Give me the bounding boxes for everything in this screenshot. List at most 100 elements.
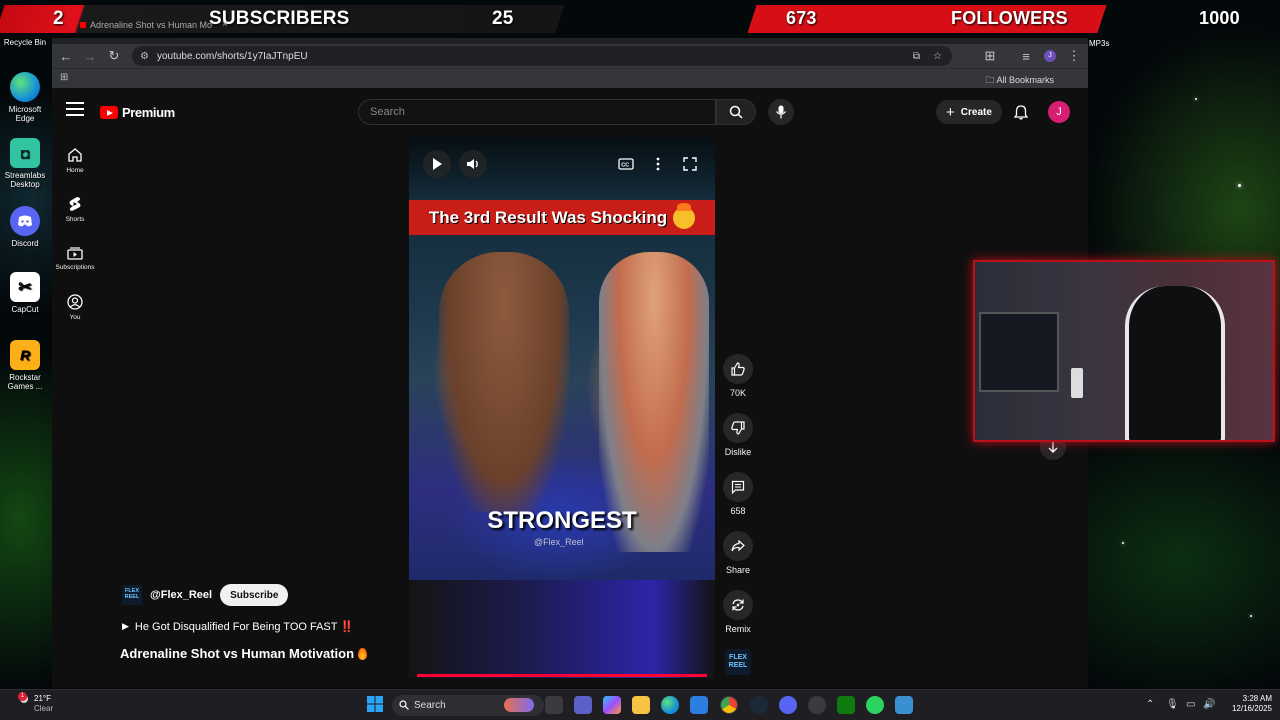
like-button[interactable] xyxy=(723,354,753,384)
search-input[interactable]: Search xyxy=(358,99,716,125)
channel-thumbnail[interactable]: FLEX REEL xyxy=(725,649,751,675)
xbox-icon[interactable] xyxy=(837,696,855,714)
comments-action[interactable]: 658 xyxy=(717,472,759,531)
dislike-action[interactable]: Dislike xyxy=(717,413,759,472)
video-progress-bar[interactable] xyxy=(417,674,707,677)
nav-you-label: You xyxy=(69,314,81,321)
profile-icon[interactable]: J xyxy=(1038,44,1062,68)
search-highlight-icon xyxy=(504,698,534,712)
reload-icon[interactable]: ↻ xyxy=(102,44,126,68)
clock-time: 3:28 AM xyxy=(1242,694,1272,703)
browser-menu-icon[interactable]: ⋮ xyxy=(1062,44,1086,68)
rockstar-icon: R xyxy=(10,340,40,370)
captions-icon[interactable]: CC xyxy=(617,155,635,173)
video-title-text: Adrenaline Shot vs Human Motivation xyxy=(120,646,355,661)
exploding-head-emoji-icon xyxy=(673,202,696,229)
forward-icon[interactable]: → xyxy=(78,44,102,68)
all-bookmarks[interactable]: 🗀 All Bookmarks xyxy=(985,73,1054,89)
install-app-icon[interactable]: ⧉ xyxy=(913,51,920,62)
desktop-icon-mp3s-label[interactable]: MP3s xyxy=(1089,39,1109,48)
nav-item-home[interactable]: Home xyxy=(52,136,98,185)
file-explorer-icon[interactable] xyxy=(632,696,650,714)
notifications-button[interactable] xyxy=(1010,101,1032,123)
bell-icon xyxy=(1014,104,1028,120)
play-button[interactable] xyxy=(423,150,451,178)
chrome-icon[interactable] xyxy=(720,696,738,714)
desktop-icon-recycle-bin[interactable]: Recycle Bin xyxy=(2,38,48,47)
network-icon[interactable]: ▭ xyxy=(1186,699,1195,710)
remix-action[interactable]: Remix xyxy=(717,590,759,649)
remix-button[interactable] xyxy=(723,590,753,620)
create-button[interactable]: + Create xyxy=(936,100,1002,124)
app-blue-icon[interactable] xyxy=(895,696,913,714)
show-hidden-icons-chevron-icon[interactable]: ⌃ xyxy=(1146,699,1154,710)
desktop-icon-streamlabs[interactable]: ◘ Streamlabs Desktop xyxy=(2,138,48,189)
bookmark-star-icon[interactable]: ☆ xyxy=(933,51,942,62)
desktop-icon-edge[interactable]: Microsoft Edge xyxy=(2,72,48,123)
account-avatar[interactable]: J xyxy=(1048,101,1070,123)
home-icon xyxy=(68,148,82,162)
edge-label: Microsoft Edge xyxy=(8,105,42,123)
channel-logo[interactable]: FLEX REEL xyxy=(122,585,142,605)
nav-item-you[interactable]: You xyxy=(52,283,98,332)
dislike-button[interactable] xyxy=(723,413,753,443)
hamburger-menu-icon[interactable] xyxy=(66,102,84,116)
video-description[interactable]: ▶ He Got Disqualified For Being TOO FAST… xyxy=(122,620,354,633)
volume-tray-icon[interactable]: 🔊 xyxy=(1203,699,1215,710)
shorts-video-player[interactable]: CC The 3rd Result Was Shocking STRONGEST… xyxy=(409,137,715,580)
next-short-preview[interactable] xyxy=(409,580,715,678)
browser-tab[interactable]: Adrenaline Shot vs Human Mo × xyxy=(76,18,228,44)
nav-item-subscriptions[interactable]: Subscriptions xyxy=(52,234,98,283)
discord-label: Discord xyxy=(11,239,39,248)
youtube-play-logo-icon xyxy=(100,106,118,119)
channel-thumbnail-action[interactable]: FLEX REEL xyxy=(717,649,759,681)
reading-list-icon[interactable]: ≡ xyxy=(1014,44,1038,68)
discord-taskbar-icon[interactable] xyxy=(779,696,797,714)
fullscreen-icon[interactable] xyxy=(681,155,699,173)
channel-info: FLEX REEL @Flex_Reel Subscribe xyxy=(122,584,289,606)
weather-widget[interactable]: 1 21°F Clear xyxy=(18,692,53,714)
apps-grid-icon[interactable]: ⊞ xyxy=(60,72,68,83)
voice-search-button[interactable] xyxy=(768,99,794,125)
search-button[interactable] xyxy=(716,99,756,125)
task-view-icon[interactable] xyxy=(545,696,563,714)
start-button[interactable] xyxy=(367,696,385,714)
microphone-tray-icon[interactable]: 🎙 xyxy=(1166,699,1179,710)
site-info-icon[interactable]: ⚙ xyxy=(140,51,149,62)
youtube-premium-text: Premium xyxy=(122,105,175,120)
tab-close-icon[interactable]: × xyxy=(222,19,228,30)
nav-home-label: Home xyxy=(66,167,84,174)
edge-taskbar-icon[interactable] xyxy=(661,696,679,714)
subscriptions-icon xyxy=(67,247,83,260)
volume-button[interactable] xyxy=(459,150,487,178)
share-action[interactable]: Share xyxy=(717,531,759,590)
steam-icon[interactable] xyxy=(750,696,768,714)
subscribe-button[interactable]: Subscribe xyxy=(220,584,289,606)
desktop-icon-rockstar[interactable]: R Rockstar Games ... xyxy=(2,340,48,391)
system-clock[interactable]: 3:28 AM 12/16/2025 xyxy=(1222,694,1272,714)
more-options-icon[interactable] xyxy=(649,155,667,173)
comments-button[interactable] xyxy=(723,472,753,502)
share-button[interactable] xyxy=(723,531,753,561)
copilot-icon[interactable] xyxy=(603,696,621,714)
store-icon[interactable] xyxy=(690,696,708,714)
desktop-icon-discord[interactable]: Discord xyxy=(2,206,48,248)
app-green-icon[interactable] xyxy=(866,696,884,714)
youtube-favicon-icon xyxy=(80,22,86,28)
youtube-logo[interactable]: Premium xyxy=(100,105,175,120)
teams-icon[interactable] xyxy=(574,696,592,714)
follower-count: 673 xyxy=(786,8,817,28)
share-arrow-icon xyxy=(731,540,745,552)
like-action[interactable]: 70K xyxy=(717,354,759,413)
video-title[interactable]: Adrenaline Shot vs Human Motivation xyxy=(120,646,368,661)
channel-handle[interactable]: @Flex_Reel xyxy=(150,589,212,601)
taskbar-search[interactable]: Search xyxy=(392,695,544,716)
desktop-icon-capcut[interactable]: ✂ CapCut xyxy=(2,272,48,314)
nav-item-shorts[interactable]: Shorts xyxy=(52,185,98,234)
obs-icon[interactable] xyxy=(808,696,826,714)
address-bar[interactable]: ⚙ youtube.com/shorts/1y7IaJTnpEU ⧉ ☆ xyxy=(132,46,952,66)
discord-icon xyxy=(10,206,40,236)
extensions-icon[interactable]: ⊞ xyxy=(978,44,1002,68)
video-watermark: @Flex_Reel xyxy=(534,537,584,547)
back-icon[interactable]: ← xyxy=(54,44,78,68)
